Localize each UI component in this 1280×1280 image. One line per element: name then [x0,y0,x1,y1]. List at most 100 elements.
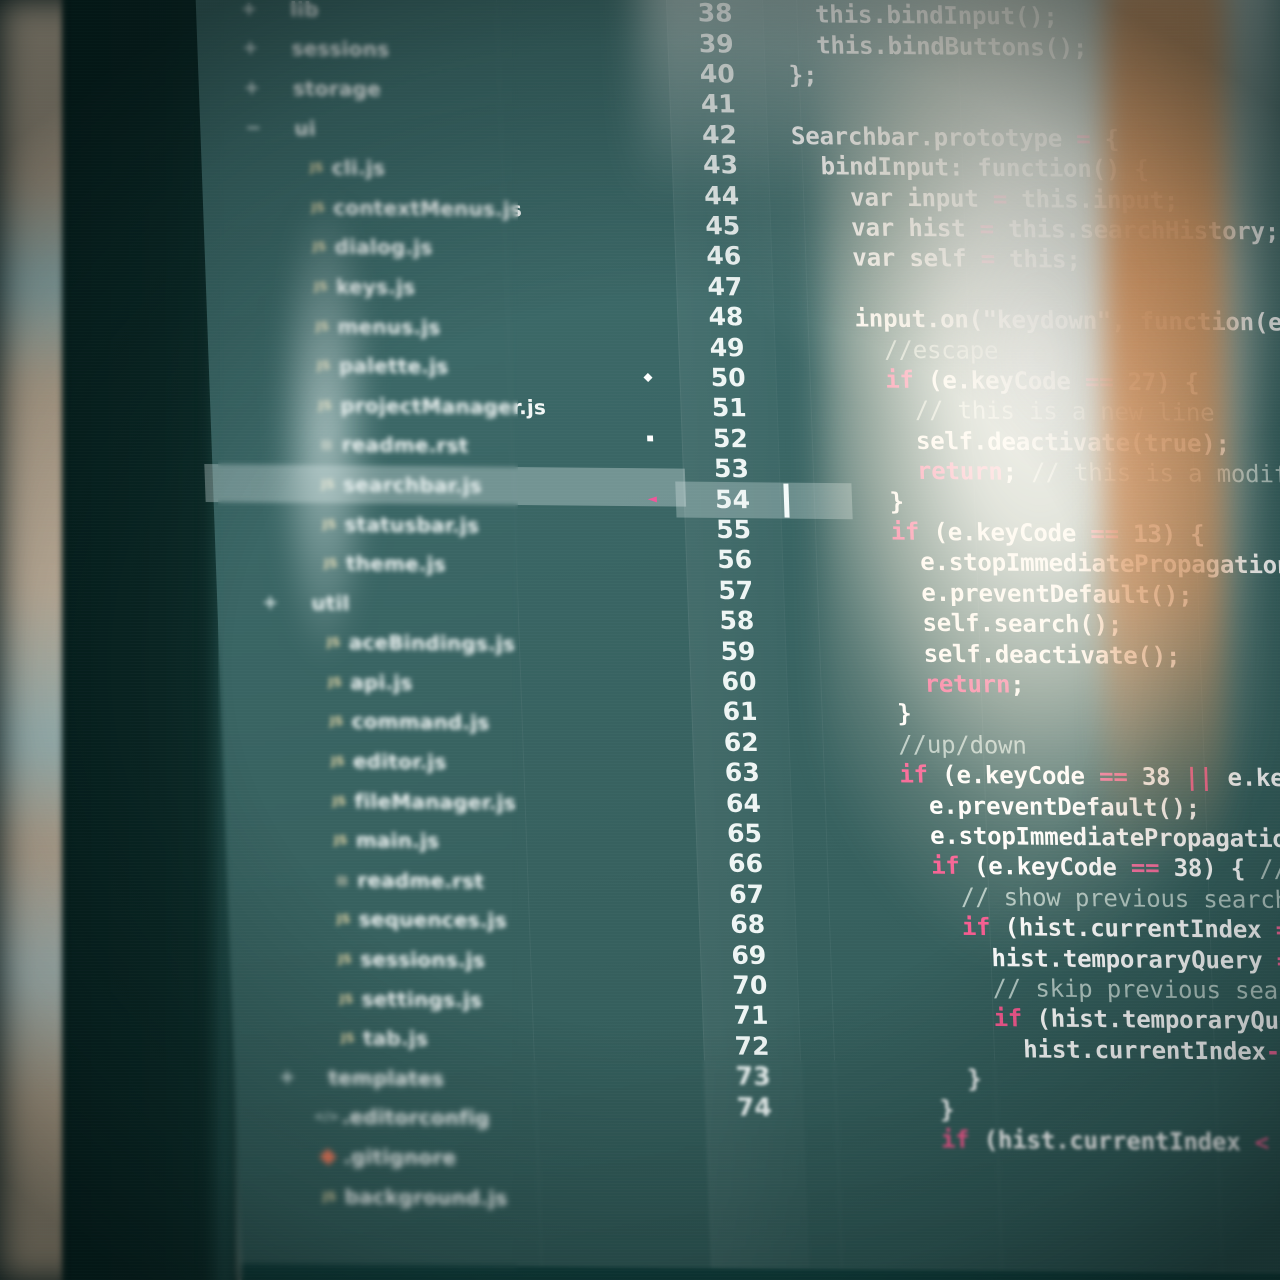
code-line[interactable]: } [825,1093,954,1125]
file-tree-item[interactable]: JS editor.js [264,741,696,785]
expand-toggle-icon[interactable]: + [276,1066,299,1088]
js-file-icon: JS [340,1031,355,1046]
gitignore-file-icon: ◆ [319,1143,338,1169]
file-tree-item-label: .gitignore [342,1144,457,1170]
code-line[interactable]: this.bindButtons(); [787,30,1088,63]
file-tree-item[interactable]: + util [259,582,691,626]
code-line[interactable]: return; [810,668,1025,700]
code-line[interactable]: if (e.keyCode == 27) { [799,364,1200,398]
code-line[interactable]: } [803,485,904,516]
code-line[interactable]: e.preventDefault(); [814,789,1200,823]
file-tree-item[interactable]: JS statusbar.js [256,503,688,547]
file-tree-item[interactable]: + sessions [239,28,671,72]
file-tree-item[interactable]: ▤ readme.rst [253,424,685,468]
code-line[interactable]: if (e.keyCode == 38) { // up [817,850,1280,885]
code-line[interactable]: } [811,698,912,729]
code-line[interactable]: // this is a new line [800,394,1215,428]
code-operator: = [1276,946,1280,975]
file-tree[interactable]: + lib + sessions + storage − ui JS cli.js JS contex… [204,0,712,1220]
file-tree-item[interactable]: JS searchbar.js [204,464,687,508]
line-number: 70 [731,970,768,1000]
code-text: (hist.currentIndex [989,913,1277,945]
line-number: 44 [703,180,740,211]
code-line[interactable]: //up/down [812,728,1027,760]
vcs-marker-modified[interactable]: ▪ [645,428,655,446]
js-file-icon: JS [336,912,351,927]
line-number: 45 [704,211,741,241]
code-line[interactable]: var hist = this.searchHistory; [794,212,1280,247]
code-text: this.input; [1006,184,1179,215]
file-tree-item[interactable]: JS palette.js [250,345,682,389]
screenshot-root: + lib + sessions + storage − ui JS cli.js JS contex… [0,0,1280,1280]
file-tree-item[interactable]: JS fileManager.js [266,780,698,824]
code-line[interactable]: self.deactivate(true); [801,425,1230,459]
file-tree-item[interactable]: + storage [240,68,672,112]
expand-toggle-icon[interactable]: + [238,0,261,20]
code-line[interactable]: if (hist.currentIndex < [826,1123,1269,1158]
collapse-toggle-icon[interactable]: − [242,116,265,138]
line-number: 73 [735,1061,772,1092]
file-tree-item[interactable]: </> .editorconfig [277,1097,709,1141]
code-line[interactable]: var self = this; [795,242,1081,275]
code-line[interactable]: }; [788,60,818,91]
file-tree-item[interactable]: JS settings.js [273,978,705,1022]
file-tree-item-label: dialog.js [334,234,433,260]
file-tree-item-label: sessions [291,36,390,62]
code-keyword: if [816,850,961,881]
code-line[interactable]: bindInput: function() { [791,151,1149,185]
line-number: 43 [702,150,739,180]
file-tree-item-label: sessions.js [359,947,486,973]
file-tree-item[interactable]: JS cli.js [243,147,675,191]
file-tree-item[interactable]: ◆ .gitignore [278,1136,710,1180]
file-tree-item[interactable]: JS sequences.js [270,899,702,943]
code-text: 27) { [1112,367,1200,397]
vcs-marker-added[interactable]: ◆ [643,367,653,385]
code-line[interactable]: this.bindInput(); [786,0,1059,32]
vcs-marker-deleted[interactable]: ◄ [647,489,657,507]
file-tree-item[interactable]: JS command.js [263,701,695,745]
file-tree-item[interactable]: JS projectManager.js [251,384,683,428]
expand-toggle-icon[interactable]: + [240,77,263,99]
file-tree-item-label: api.js [349,670,413,695]
code-operator: = [1075,124,1091,153]
file-tree-item[interactable]: + templates [276,1057,708,1101]
code-line[interactable]: self.deactivate(); [809,637,1181,671]
code-comment: //escape [798,334,999,365]
code-line[interactable]: e.preventDefault(); [807,576,1193,610]
file-tree-item[interactable]: JS background.js [280,1176,712,1220]
file-tree-item[interactable]: JS theme.js [257,543,689,587]
file-tree-item[interactable]: JS contextMenus.js [244,187,676,231]
js-file-icon: JS [332,793,347,808]
file-tree-item[interactable]: − ui [242,108,674,152]
code-line[interactable] [796,273,797,303]
js-file-icon: JS [329,714,344,729]
file-tree-item[interactable]: JS sessions.js [271,938,703,982]
file-tree-item[interactable]: JS keys.js [247,266,679,310]
file-tree-item[interactable]: + lib [237,0,669,33]
code-text: } [824,1063,983,1094]
file-tree-item[interactable]: JS api.js [261,661,693,705]
code-line[interactable]: self.search(); [808,607,1123,640]
code-line[interactable]: } [824,1063,982,1095]
code-line[interactable]: if (e.keyCode == 13) { [805,516,1205,550]
file-tree-item[interactable]: JS tab.js [274,1018,706,1062]
file-tree-item[interactable]: JS menus.js [249,305,681,349]
code-line[interactable] [789,90,790,120]
expand-toggle-icon[interactable]: + [259,591,282,613]
file-tree-item[interactable]: JS aceBindings.js [260,622,692,666]
expand-toggle-icon[interactable]: + [239,37,262,59]
file-tree-item[interactable]: JS main.js [267,820,699,864]
code-line[interactable]: var input = this.input; [793,182,1179,216]
line-number: 46 [705,241,742,271]
code-line[interactable]: Searchbar.prototype = { [790,121,1119,155]
code-line[interactable]: hist.currentIndex--; [823,1032,1280,1067]
line-number: 55 [715,514,752,545]
file-tree-item[interactable]: JS dialog.js [246,226,678,270]
file-tree-item[interactable]: ▤ readme.rst [268,859,700,903]
code-keyword: if [813,759,929,789]
code-text: this.searchHistory; [993,214,1280,246]
code-line[interactable]: //escape [798,333,999,365]
code-text: hist.temporaryQuery [819,942,1278,975]
code-comment: //up/down [812,729,1028,760]
code-text: this; [994,245,1082,275]
